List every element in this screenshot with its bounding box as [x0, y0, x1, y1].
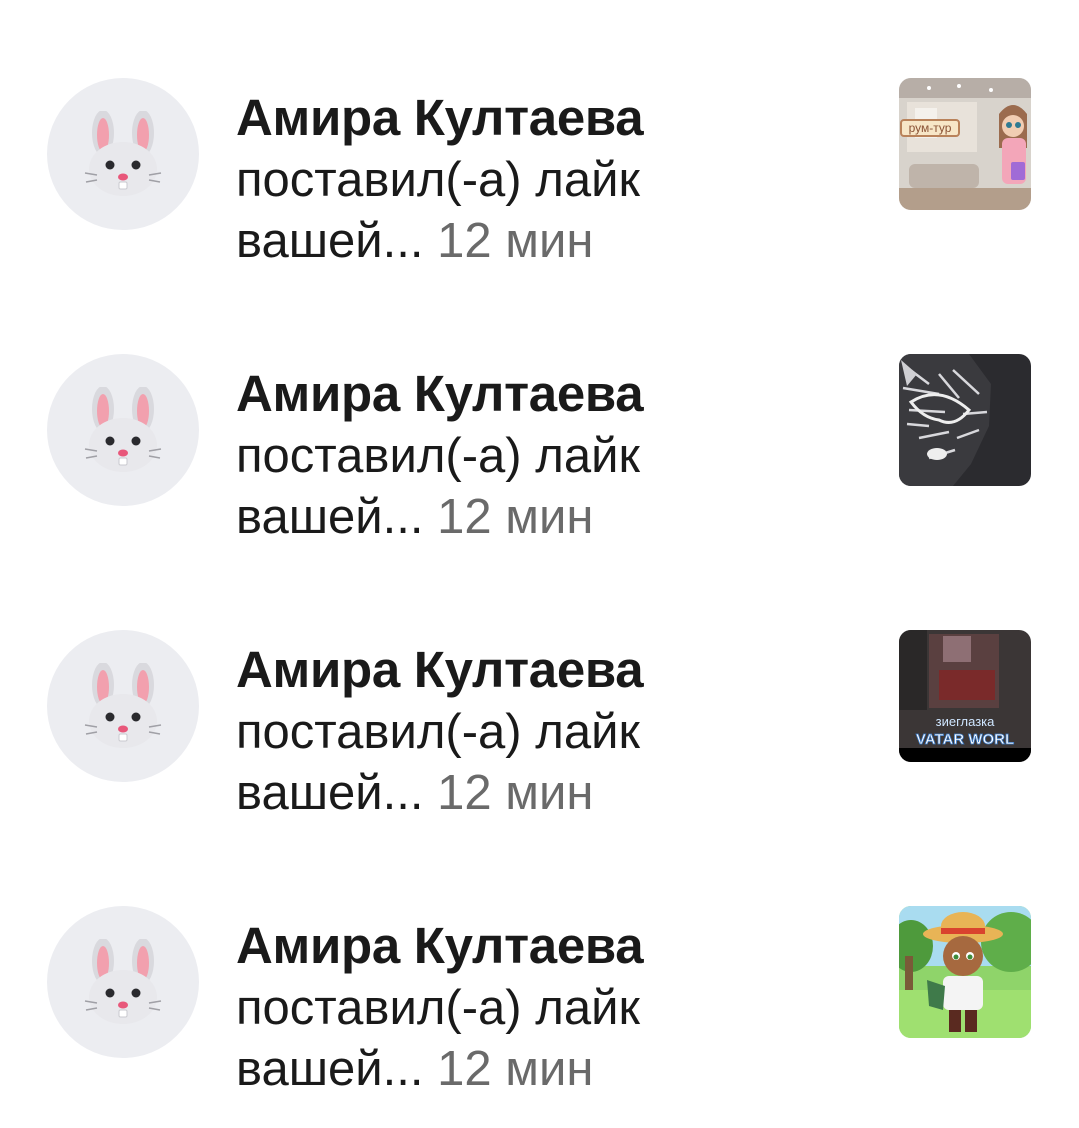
notification-item[interactable]: Амира Култаева поставил(-а) лайк вашей..… [0, 354, 1079, 554]
notifications-list: Амира Култаева поставил(-а) лайк вашей..… [0, 0, 1079, 1128]
action-line-2: вашей... 12 мин [236, 1039, 856, 1100]
action-line: поставил(-а) лайк [236, 981, 640, 1035]
rabbit-face-icon [84, 387, 162, 472]
timestamp: 12 мин [437, 490, 594, 544]
post-thumbnail[interactable]: зиеглазка VATAR WORL [899, 630, 1031, 762]
notification-item[interactable]: Амира Култаева поставил(-а) лайк вашей..… [0, 78, 1079, 278]
avatar[interactable] [47, 78, 199, 230]
action-line: поставил(-а) лайк [236, 153, 640, 207]
notification-item[interactable]: Амира Култаева поставил(-а) лайк вашей..… [0, 906, 1079, 1106]
user-name[interactable]: Амира Култаева [236, 638, 856, 702]
notification-item[interactable]: Амира Култаева поставил(-а) лайк вашей..… [0, 630, 1079, 830]
notification-text: Амира Култаева поставил(-а) лайк вашей..… [236, 86, 856, 272]
post-thumbnail[interactable]: рум-тур [899, 78, 1031, 210]
action-ellipsis: вашей... [236, 766, 424, 820]
notification-text: Амира Култаева поставил(-а) лайк вашей..… [236, 638, 856, 824]
action-line-2: вашей... 12 мин [236, 763, 856, 824]
user-name[interactable]: Амира Култаева [236, 86, 856, 150]
avatar[interactable] [47, 906, 199, 1058]
avatar[interactable] [47, 354, 199, 506]
action-line-2: вашей... 12 мин [236, 211, 856, 272]
avatar[interactable] [47, 630, 199, 782]
timestamp: 12 мин [437, 214, 594, 268]
rabbit-face-icon [84, 939, 162, 1024]
timestamp: 12 мин [437, 1042, 594, 1096]
action-line: поставил(-а) лайк [236, 429, 640, 483]
user-name[interactable]: Амира Култаева [236, 914, 856, 978]
timestamp: 12 мин [437, 766, 594, 820]
rabbit-face-icon [84, 111, 162, 196]
rabbit-face-icon [84, 663, 162, 748]
user-name[interactable]: Амира Култаева [236, 362, 856, 426]
action-ellipsis: вашей... [236, 490, 424, 544]
thumb-caption: зиеглазка [936, 714, 996, 729]
notification-text: Амира Култаева поставил(-а) лайк вашей..… [236, 914, 856, 1100]
action-line: поставил(-а) лайк [236, 705, 640, 759]
action-ellipsis: вашей... [236, 1042, 424, 1096]
thumb-caption: рум-тур [909, 121, 952, 135]
action-line-2: вашей... 12 мин [236, 487, 856, 548]
notification-text: Амира Култаева поставил(-а) лайк вашей..… [236, 362, 856, 548]
post-thumbnail[interactable] [899, 906, 1031, 1038]
thumb-caption-2: VATAR WORL [916, 731, 1014, 748]
post-thumbnail[interactable] [899, 354, 1031, 486]
action-ellipsis: вашей... [236, 214, 424, 268]
